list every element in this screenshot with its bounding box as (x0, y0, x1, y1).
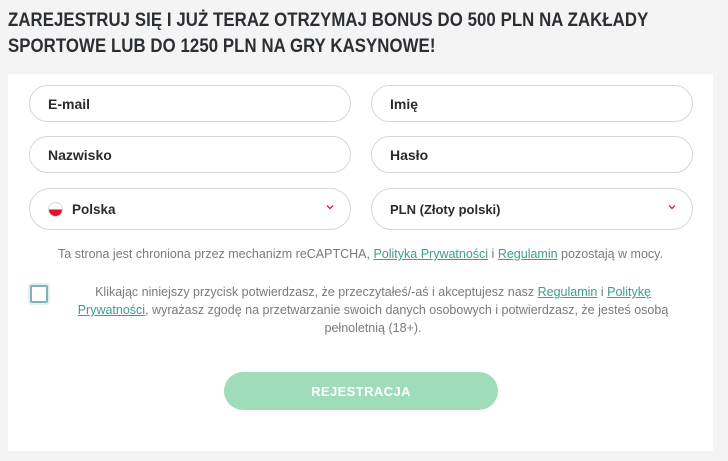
chevron-down-icon (668, 205, 676, 210)
last-name-field[interactable] (29, 136, 351, 173)
country-select[interactable]: Polska (29, 188, 351, 230)
password-field[interactable] (371, 136, 693, 173)
recaptcha-text-after: pozostają w mocy. (557, 247, 663, 261)
headline-line-1: ZAREJESTRUJ SIĘ I JUŻ TERAZ OTRZYMAJ BON… (8, 9, 649, 31)
country-select-value: Polska (72, 201, 116, 217)
consent-text: Klikając niniejszy przycisk potwierdzasz… (66, 283, 680, 337)
email-field[interactable] (29, 85, 351, 122)
privacy-policy-link[interactable]: Polityka Prywatności (373, 247, 488, 261)
first-name-input[interactable] (390, 95, 692, 112)
poland-flag-icon (48, 201, 63, 217)
currency-select[interactable]: PLN (Złoty polski) (371, 188, 693, 230)
consent-terms-link[interactable]: Regulamin (538, 285, 598, 299)
currency-select-value: PLN (Złoty polski) (390, 201, 501, 217)
registration-form: Polska PLN (Złoty polski) Ta strona jest… (8, 74, 713, 451)
first-name-field[interactable] (371, 85, 693, 122)
recaptcha-notice: Ta strona jest chroniona przez mechanizm… (8, 247, 713, 261)
consent-text-after: , wyrażasz zgodę na przetwarzanie swoich… (145, 303, 669, 335)
register-button[interactable]: REJESTRACJA (224, 372, 498, 410)
headline-line-2: SPORTOWE LUB DO 1250 PLN NA GRY KASYNOWE… (8, 35, 436, 57)
password-input[interactable] (390, 146, 692, 163)
consent-checkbox[interactable] (30, 285, 48, 303)
recaptcha-separator: i (488, 247, 498, 261)
terms-link[interactable]: Regulamin (498, 247, 558, 261)
consent-separator: i (597, 285, 608, 299)
chevron-down-icon (326, 205, 334, 210)
recaptcha-text-before: Ta strona jest chroniona przez mechanizm… (58, 247, 374, 261)
consent-text-before: Klikając niniejszy przycisk potwierdzasz… (95, 285, 538, 299)
page-headline: ZAREJESTRUJ SIĘ I JUŻ TERAZ OTRZYMAJ BON… (8, 7, 649, 59)
email-input[interactable] (48, 95, 350, 112)
last-name-input[interactable] (48, 146, 350, 163)
